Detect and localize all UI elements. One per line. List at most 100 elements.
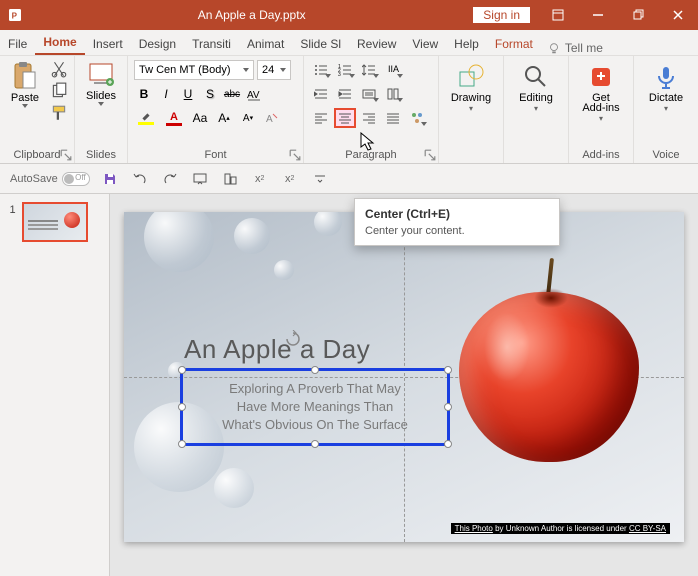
align-left-button[interactable] bbox=[310, 108, 332, 128]
align-objects-button[interactable] bbox=[220, 169, 240, 189]
format-painter-icon[interactable] bbox=[50, 104, 68, 122]
undo-button[interactable] bbox=[130, 169, 150, 189]
increase-indent-button[interactable] bbox=[334, 84, 356, 104]
subtitle-textbox[interactable]: Exploring A Proverb That May Have More M… bbox=[180, 368, 450, 446]
apple-image[interactable] bbox=[454, 262, 644, 462]
autosave-toggle[interactable]: AutoSave Off bbox=[10, 172, 90, 186]
align-text-button[interactable] bbox=[358, 84, 380, 104]
strikethrough-button[interactable]: abc bbox=[222, 84, 242, 104]
slide-number: 1 bbox=[10, 204, 16, 216]
align-center-button[interactable] bbox=[334, 108, 356, 128]
group-label: Paragraph bbox=[310, 147, 432, 161]
font-name-dropdown[interactable]: Tw Cen MT (Body) bbox=[134, 60, 254, 80]
resize-handle[interactable] bbox=[178, 366, 186, 374]
minimize-icon[interactable] bbox=[578, 0, 618, 30]
resize-handle[interactable] bbox=[178, 403, 186, 411]
slides-button[interactable]: Slides bbox=[81, 60, 121, 106]
tab-transitions[interactable]: Transiti bbox=[184, 33, 239, 55]
qat-more-button[interactable] bbox=[310, 169, 330, 189]
dictate-button[interactable]: Dictate ▾ bbox=[640, 60, 692, 113]
tab-view[interactable]: View bbox=[404, 33, 446, 55]
subscript-button[interactable]: x2 bbox=[280, 169, 300, 189]
tab-file[interactable]: File bbox=[0, 33, 35, 55]
tab-review[interactable]: Review bbox=[349, 33, 404, 55]
group-clipboard: Paste Clipboard bbox=[0, 56, 75, 163]
group-addins: Get Add-ins ▾ Add-ins bbox=[569, 56, 634, 163]
tab-home[interactable]: Home bbox=[35, 31, 84, 55]
tab-animations[interactable]: Animat bbox=[239, 33, 292, 55]
tell-me[interactable]: Tell me bbox=[547, 41, 603, 55]
drawing-button[interactable]: Drawing ▾ bbox=[445, 60, 497, 113]
resize-handle[interactable] bbox=[178, 440, 186, 448]
text-direction-button[interactable]: IIA bbox=[382, 60, 404, 80]
rotate-handle-icon[interactable] bbox=[284, 330, 302, 348]
numbering-button[interactable]: 123 bbox=[334, 60, 356, 80]
paste-button[interactable]: Paste bbox=[6, 60, 44, 122]
underline-button[interactable]: U bbox=[178, 84, 198, 104]
tab-slideshow[interactable]: Slide Sl bbox=[292, 33, 349, 55]
restore-icon[interactable] bbox=[618, 0, 658, 30]
bold-button[interactable]: B bbox=[134, 84, 154, 104]
slide-thumbnails-panel: 1 bbox=[0, 194, 110, 576]
shadow-button[interactable]: S bbox=[200, 84, 220, 104]
grow-font-button[interactable]: A▴ bbox=[214, 108, 234, 128]
tab-insert[interactable]: Insert bbox=[85, 33, 131, 55]
image-attribution[interactable]: This Photo by Unknown Author is licensed… bbox=[451, 523, 670, 534]
ribbon-options-icon[interactable] bbox=[538, 0, 578, 30]
sign-in-button[interactable]: Sign in bbox=[473, 7, 530, 23]
resize-handle[interactable] bbox=[311, 440, 319, 448]
bulb-icon bbox=[547, 41, 561, 55]
redo-button[interactable] bbox=[160, 169, 180, 189]
align-right-button[interactable] bbox=[358, 108, 380, 128]
find-icon bbox=[523, 64, 549, 90]
svg-text:AV: AV bbox=[247, 90, 260, 101]
line-spacing-button[interactable] bbox=[358, 60, 380, 80]
font-size-dropdown[interactable]: 24 bbox=[257, 60, 291, 80]
save-button[interactable] bbox=[100, 169, 120, 189]
slides-label: Slides bbox=[86, 90, 116, 102]
present-button[interactable] bbox=[190, 169, 210, 189]
highlight-button[interactable] bbox=[134, 109, 158, 127]
columns-button[interactable] bbox=[382, 84, 404, 104]
decrease-indent-button[interactable] bbox=[310, 84, 332, 104]
resize-handle[interactable] bbox=[444, 403, 452, 411]
svg-text:A: A bbox=[266, 114, 273, 125]
editing-button[interactable]: Editing ▾ bbox=[510, 60, 562, 113]
group-label: Clipboard bbox=[6, 147, 68, 161]
slide-thumbnail-1[interactable]: 1 bbox=[22, 202, 88, 242]
resize-handle[interactable] bbox=[444, 366, 452, 374]
close-icon[interactable] bbox=[658, 0, 698, 30]
tab-help[interactable]: Help bbox=[446, 33, 487, 55]
svg-text:3: 3 bbox=[338, 72, 341, 77]
justify-button[interactable] bbox=[382, 108, 404, 128]
bubble-decoration bbox=[214, 468, 254, 508]
group-drawing: Drawing ▾ bbox=[439, 56, 504, 163]
chevron-down-icon bbox=[243, 68, 249, 72]
tab-design[interactable]: Design bbox=[131, 33, 184, 55]
slide-title[interactable]: An Apple a Day bbox=[184, 334, 370, 365]
italic-button[interactable]: I bbox=[156, 84, 176, 104]
font-color-button[interactable]: A bbox=[162, 109, 186, 127]
dialog-launcher-icon[interactable] bbox=[289, 149, 301, 161]
bubble-decoration bbox=[274, 260, 294, 280]
dialog-launcher-icon[interactable] bbox=[60, 149, 72, 161]
smartart-button[interactable] bbox=[406, 108, 428, 128]
slide[interactable]: An Apple a Day Exploring A Proverb That … bbox=[124, 212, 684, 542]
resize-handle[interactable] bbox=[444, 440, 452, 448]
dialog-launcher-icon[interactable] bbox=[424, 149, 436, 161]
superscript-button[interactable]: x2 bbox=[250, 169, 270, 189]
resize-handle[interactable] bbox=[311, 366, 319, 374]
paste-label: Paste bbox=[11, 92, 39, 104]
shrink-font-button[interactable]: A▾ bbox=[238, 108, 258, 128]
bullets-button[interactable] bbox=[310, 60, 332, 80]
tab-format[interactable]: Format bbox=[487, 33, 541, 55]
cut-icon[interactable] bbox=[50, 60, 68, 78]
change-case-button[interactable]: Aa bbox=[190, 108, 210, 128]
subtitle-content[interactable]: Exploring A Proverb That May Have More M… bbox=[183, 371, 447, 443]
get-addins-button[interactable]: Get Add-ins ▾ bbox=[575, 60, 627, 123]
copy-icon[interactable] bbox=[50, 82, 68, 100]
slide-canvas-area[interactable]: An Apple a Day Exploring A Proverb That … bbox=[110, 194, 698, 576]
clear-formatting-button[interactable]: A bbox=[262, 108, 282, 128]
char-spacing-button[interactable]: AV bbox=[244, 84, 264, 104]
title-bar: P An Apple a Day.pptx Sign in bbox=[0, 0, 698, 30]
